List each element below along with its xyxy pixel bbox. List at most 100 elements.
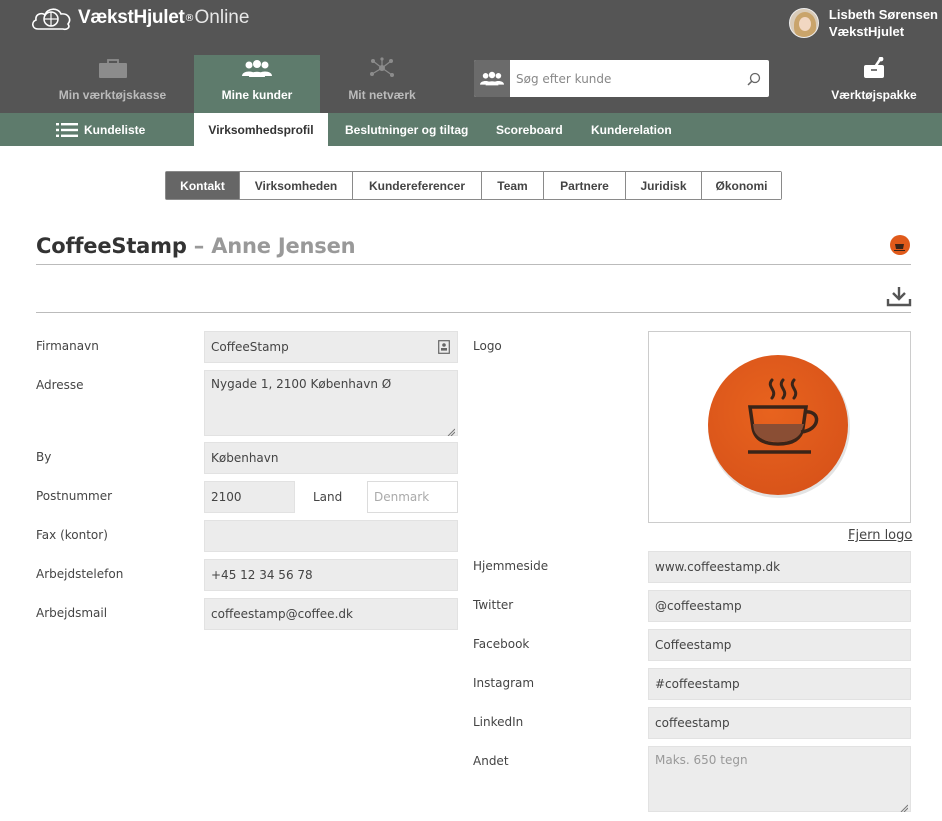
brand-registered: ® xyxy=(184,12,195,24)
tab-kontakt[interactable]: Kontakt xyxy=(166,172,240,199)
divider xyxy=(36,264,911,265)
andet-field[interactable]: Maks. 650 tegn xyxy=(648,746,911,813)
company-name: CoffeeStamp xyxy=(36,234,187,258)
nav-toolpackage-label: Værktøjspakke xyxy=(831,88,917,102)
mail-value: coffeestamp@coffee.dk xyxy=(211,607,353,621)
nav-network-label: Mit netværk xyxy=(348,88,416,102)
toolkit-icon xyxy=(862,56,886,82)
resize-handle-icon[interactable] xyxy=(900,801,909,813)
subnav-relation-label: Kunderelation xyxy=(591,122,672,137)
nav-network[interactable]: Mit netværk xyxy=(330,55,434,113)
logo-upload-box[interactable] xyxy=(648,331,911,523)
cloud-wheel-icon xyxy=(30,5,72,31)
brand-name: VækstHjulet xyxy=(78,7,185,28)
telefon-field[interactable]: +45 12 34 56 78 xyxy=(204,559,458,591)
people-icon xyxy=(474,60,510,97)
label-instagram: Instagram xyxy=(473,676,535,690)
nav-toolbox-label: Min værktøjskasse xyxy=(58,88,167,102)
contact-person: Anne Jensen xyxy=(211,234,356,258)
user-name: Lisbeth Sørensen xyxy=(828,7,938,22)
label-land: Land xyxy=(313,490,343,504)
subnav-decisions-label: Beslutninger og tiltag xyxy=(345,122,469,137)
label-twitter: Twitter xyxy=(473,598,514,612)
adresse-field[interactable]: Nygade 1, 2100 København Ø xyxy=(204,370,458,437)
subnav-scoreboard[interactable]: Scoreboard xyxy=(496,113,563,146)
sub-nav: Kundeliste Virksomhedsprofil Beslutninge… xyxy=(0,113,942,146)
tab-partnere[interactable]: Partnere xyxy=(544,172,626,199)
twitter-value: @coffeestamp xyxy=(655,599,742,613)
label-adresse: Adresse xyxy=(36,378,84,392)
contact-card-icon[interactable] xyxy=(438,340,450,357)
tab-okonomi[interactable]: Økonomi xyxy=(702,172,781,199)
label-andet: Andet xyxy=(473,754,509,768)
subnav-relation[interactable]: Kunderelation xyxy=(591,113,672,146)
tab-virksomheden[interactable]: Virksomheden xyxy=(240,172,353,199)
subnav-profile[interactable]: Virksomhedsprofil xyxy=(194,113,328,146)
linkedin-field[interactable]: coffeestamp xyxy=(648,707,911,739)
customer-search xyxy=(474,60,769,97)
facebook-value: Coffeestamp xyxy=(655,638,732,652)
avatar[interactable] xyxy=(788,8,819,38)
label-logo: Logo xyxy=(473,339,502,353)
people-icon xyxy=(241,59,273,82)
brand-logo[interactable]: VækstHjulet ® Online xyxy=(30,4,249,32)
postnummer-field[interactable]: 2100 xyxy=(204,481,295,513)
label-mail: Arbejdsmail xyxy=(36,606,108,620)
linkedin-value: coffeestamp xyxy=(655,716,730,730)
remove-logo-link[interactable]: Fjern logo xyxy=(848,528,912,543)
label-hjemmeside: Hjemmeside xyxy=(473,559,549,573)
tab-kundereferencer[interactable]: Kundereferencer xyxy=(353,172,482,199)
title-separator: – xyxy=(186,234,212,258)
instagram-field[interactable]: #coffeestamp xyxy=(648,668,911,700)
instagram-value: #coffeestamp xyxy=(655,677,740,691)
mail-field[interactable]: coffeestamp@coffee.dk xyxy=(204,598,458,630)
label-facebook: Facebook xyxy=(473,637,530,651)
hjemmeside-field[interactable]: www.coffeestamp.dk xyxy=(648,551,911,583)
page-title: CoffeeStamp – Anne Jensen xyxy=(36,234,356,258)
magnifier-icon[interactable] xyxy=(739,72,769,86)
user-org: VækstHjulet xyxy=(828,24,905,39)
hamburger-icon xyxy=(56,122,78,138)
profile-tabs: Kontakt Virksomheden Kundereferencer Tea… xyxy=(165,171,782,200)
nav-customers[interactable]: Mine kunder xyxy=(194,55,320,113)
coffee-cup-logo xyxy=(708,355,850,498)
firmanavn-field[interactable]: CoffeeStamp xyxy=(204,331,458,363)
fax-field[interactable] xyxy=(204,520,458,552)
subnav-decisions[interactable]: Beslutninger og tiltag xyxy=(345,113,468,146)
label-firmanavn: Firmanavn xyxy=(36,339,99,353)
divider xyxy=(36,312,911,313)
firmanavn-value: CoffeeStamp xyxy=(211,340,289,354)
subnav-profile-label: Virksomhedsprofil xyxy=(208,122,314,137)
nav-toolpackage[interactable]: Værktøjspakke xyxy=(826,55,922,113)
label-fax: Fax (kontor) xyxy=(36,528,108,542)
nav-customers-label: Mine kunder xyxy=(221,88,293,102)
telefon-value: +45 12 34 56 78 xyxy=(211,568,313,582)
postnummer-value: 2100 xyxy=(211,490,242,504)
brand-suffix: Online xyxy=(194,7,250,28)
land-field[interactable]: Denmark xyxy=(367,481,458,513)
twitter-field[interactable]: @coffeestamp xyxy=(648,590,911,622)
download-icon[interactable] xyxy=(886,285,912,311)
andet-placeholder: Maks. 650 tegn xyxy=(655,753,748,767)
adresse-value: Nygade 1, 2100 København Ø xyxy=(211,377,392,391)
label-postnummer: Postnummer xyxy=(36,489,113,503)
label-telefon: Arbejdstelefon xyxy=(36,567,124,581)
top-bar: VækstHjulet ® Online Lisbeth Sørensen Væks… xyxy=(0,0,942,113)
subnav-customerlist[interactable]: Kundeliste xyxy=(56,113,145,146)
resize-handle-icon[interactable] xyxy=(447,425,456,437)
search-input[interactable] xyxy=(510,61,739,96)
user-menu[interactable]: Lisbeth Sørensen VækstHjulet xyxy=(788,6,938,40)
hjemmeside-value: www.coffeestamp.dk xyxy=(655,560,781,574)
label-linkedin: LinkedIn xyxy=(473,715,524,729)
facebook-field[interactable]: Coffeestamp xyxy=(648,629,911,661)
by-field[interactable]: København xyxy=(204,442,458,474)
land-placeholder: Denmark xyxy=(374,490,430,504)
tab-juridisk[interactable]: Juridisk xyxy=(626,172,702,199)
subnav-scoreboard-label: Scoreboard xyxy=(496,122,563,137)
main-nav: Min værktøjskasse Mine kunder Mit netvær… xyxy=(0,55,942,113)
tab-team[interactable]: Team xyxy=(482,172,544,199)
nav-toolbox[interactable]: Min værktøjskasse xyxy=(50,55,175,113)
label-by: By xyxy=(36,450,52,464)
network-icon xyxy=(369,57,395,82)
company-logo-badge xyxy=(890,235,910,255)
